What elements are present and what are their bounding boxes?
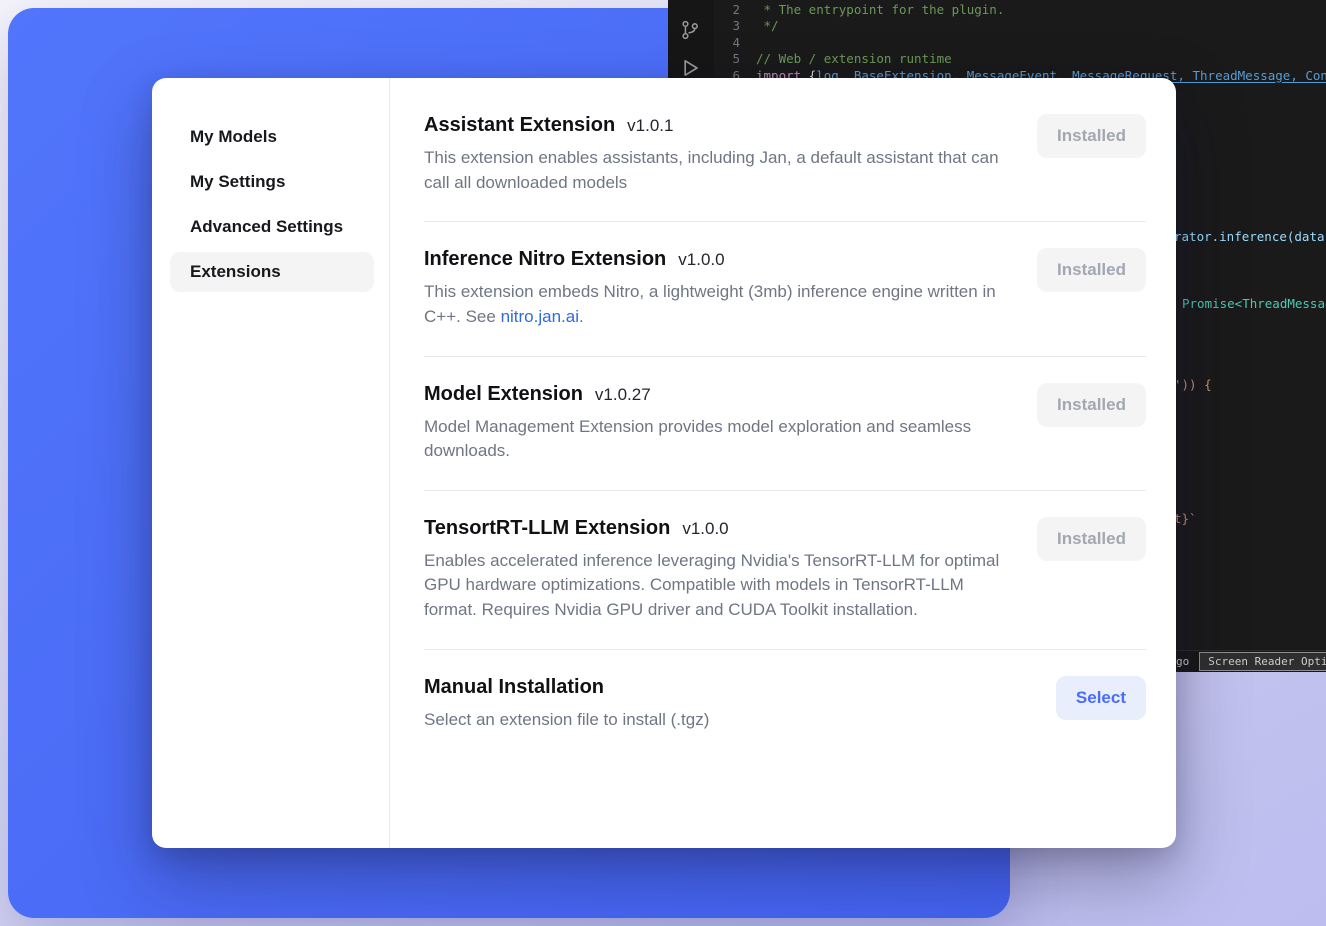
extension-version: v1.0.0: [682, 519, 728, 539]
code-line: 5 // Web / extension runtime: [714, 51, 1326, 67]
sidebar-item-advanced-settings[interactable]: Advanced Settings: [170, 207, 374, 247]
extension-title: Model Extension: [424, 383, 583, 406]
extension-title: Assistant Extension: [424, 114, 615, 137]
extension-section-tensorrt: TensortRT-LLM Extension v1.0.0 Enables a…: [424, 491, 1146, 650]
code-line: 3 */: [714, 18, 1326, 34]
select-file-button[interactable]: Select: [1056, 676, 1146, 720]
settings-sidebar: My Models My Settings Advanced Settings …: [152, 78, 390, 848]
extension-section-manual-install: Manual Installation Select an extension …: [424, 650, 1146, 759]
description-text: .: [579, 307, 584, 326]
extension-title: Manual Installation: [424, 676, 604, 699]
git-branch-icon[interactable]: [679, 19, 701, 44]
extension-description: Enables accelerated inference leveraging…: [424, 549, 1012, 623]
line-number: 5: [714, 51, 740, 67]
status-text: go: [1176, 655, 1189, 668]
extension-section-nitro: Inference Nitro Extension v1.0.0 This ex…: [424, 222, 1146, 356]
code-fragment: t}`: [1174, 511, 1197, 526]
screen-reader-status-item[interactable]: Screen Reader Optimize: [1199, 652, 1326, 671]
desktop: 2 * The entrypoint for the plugin. 3 */ …: [0, 0, 1326, 926]
extension-title: TensortRT-LLM Extension: [424, 517, 670, 540]
code-text: * The entrypoint for the plugin.: [756, 2, 1004, 18]
code-fragment: Promise<ThreadMessage>: [1182, 296, 1326, 311]
extension-description: Model Management Extension provides mode…: [424, 415, 1012, 464]
extension-version: v1.0.27: [595, 385, 651, 405]
sidebar-item-my-models[interactable]: My Models: [170, 117, 374, 157]
extension-description: This extension embeds Nitro, a lightweig…: [424, 280, 1012, 329]
line-number: 4: [714, 35, 740, 51]
installed-button[interactable]: Installed: [1037, 248, 1146, 292]
installed-button[interactable]: Installed: [1037, 383, 1146, 427]
code-fragment: ')) {: [1174, 377, 1212, 392]
extension-section-assistant: Assistant Extension v1.0.1 This extensio…: [424, 88, 1146, 222]
settings-modal: My Models My Settings Advanced Settings …: [152, 78, 1176, 848]
installed-button[interactable]: Installed: [1037, 517, 1146, 561]
code-text: */: [756, 18, 779, 34]
editor-code: 2 * The entrypoint for the plugin. 3 */ …: [714, 2, 1326, 84]
extension-version: v1.0.1: [627, 116, 673, 136]
installed-button[interactable]: Installed: [1037, 114, 1146, 158]
extension-description: This extension enables assistants, inclu…: [424, 146, 1012, 195]
code-text: // Web / extension runtime: [756, 51, 952, 67]
nitro-jan-ai-link[interactable]: nitro.jan.ai: [501, 307, 579, 326]
code-line: 2 * The entrypoint for the plugin.: [714, 2, 1326, 18]
line-number: 2: [714, 2, 740, 18]
sidebar-item-extensions[interactable]: Extensions: [170, 252, 374, 292]
code-line: 4: [714, 35, 1326, 51]
extensions-panel: Assistant Extension v1.0.1 This extensio…: [390, 78, 1176, 848]
code-fragment: rator.inference(data));: [1174, 229, 1326, 244]
line-number: 3: [714, 18, 740, 34]
extension-section-model: Model Extension v1.0.27 Model Management…: [424, 357, 1146, 491]
extension-description: Select an extension file to install (.tg…: [424, 708, 709, 733]
extension-version: v1.0.0: [678, 250, 724, 270]
sidebar-item-my-settings[interactable]: My Settings: [170, 162, 374, 202]
extension-title: Inference Nitro Extension: [424, 248, 666, 271]
